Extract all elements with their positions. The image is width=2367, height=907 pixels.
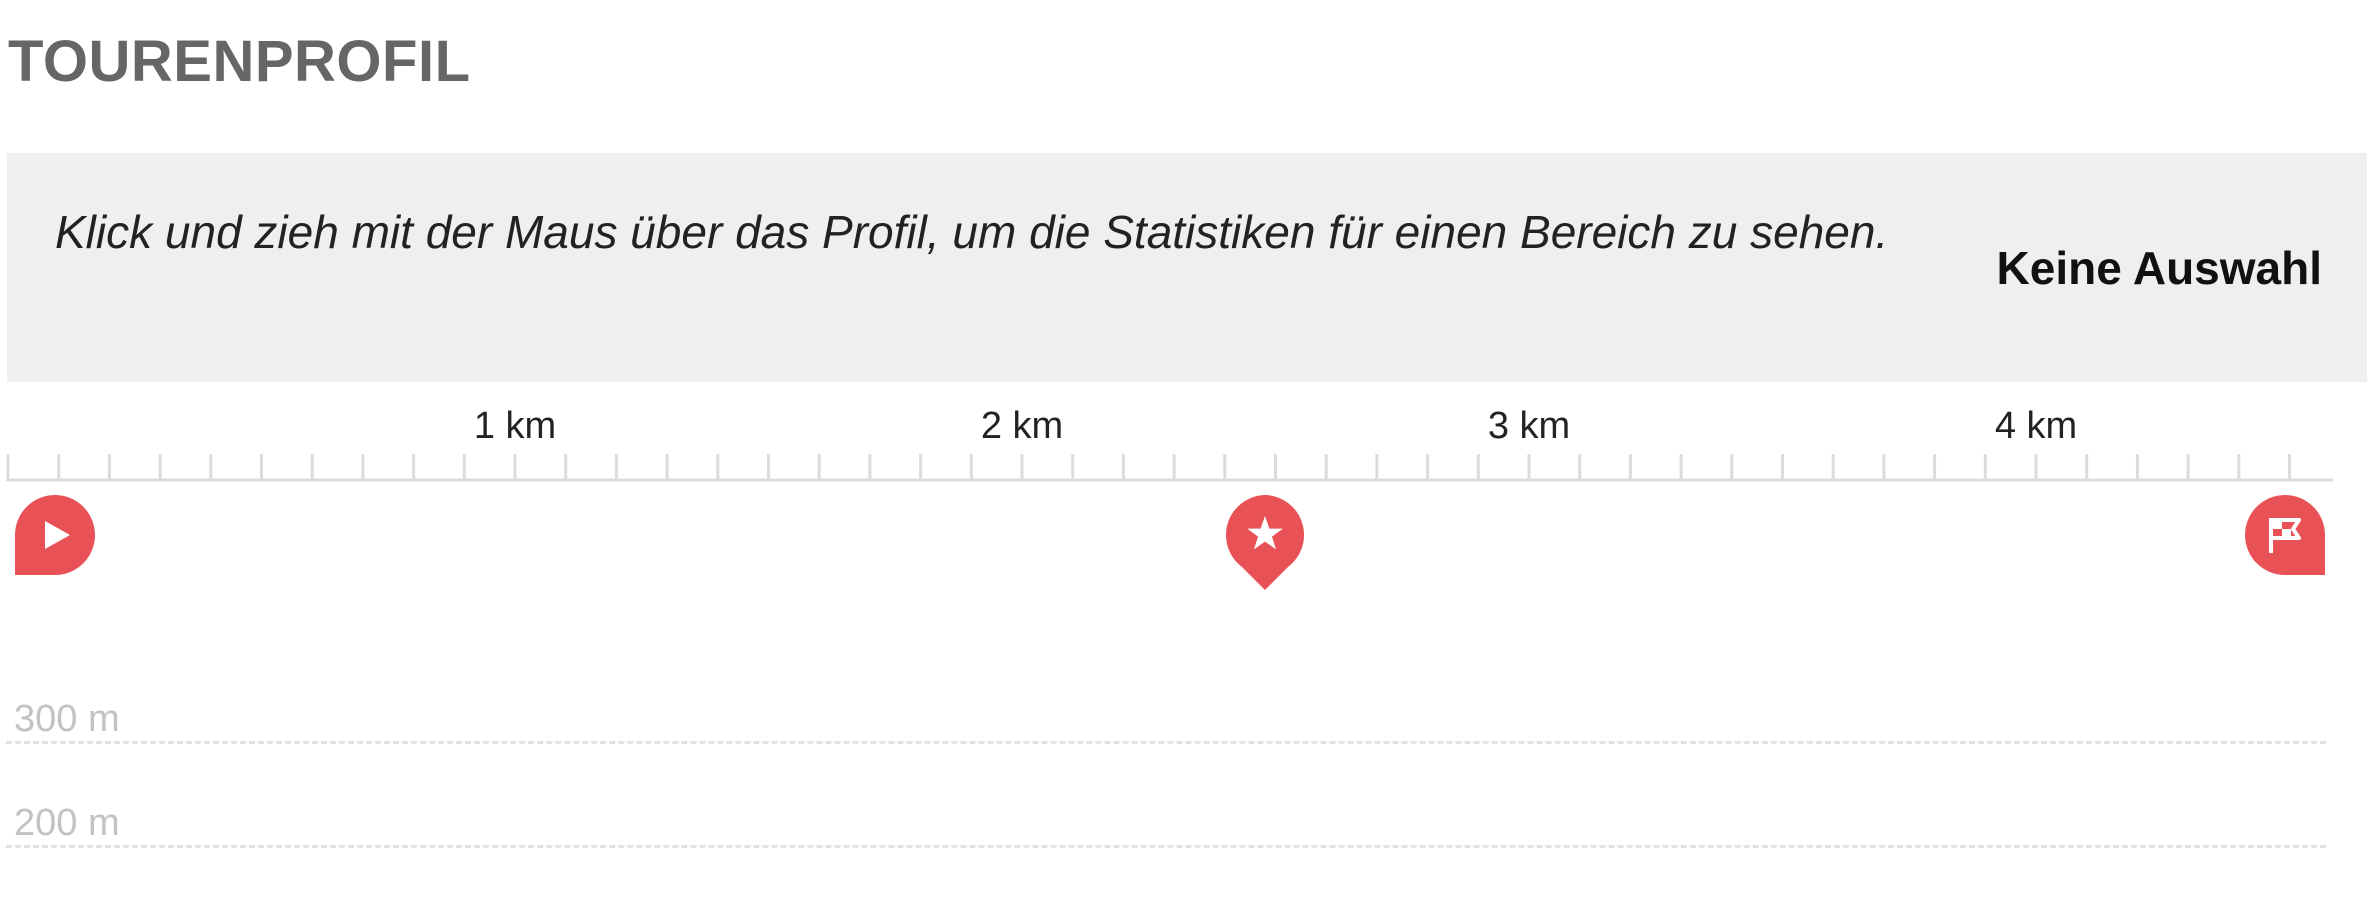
- elevation-label-300m: 300 m: [14, 698, 120, 740]
- highlight-marker[interactable]: [1224, 494, 1306, 592]
- instruction-text: Klick und zieh mit der Maus über das Pro…: [55, 206, 1889, 258]
- distance-label-3km: 3 km: [1487, 405, 1571, 447]
- elevation-gridline-200m: [6, 845, 2326, 848]
- statistics-panel: Klick und zieh mit der Maus über das Pro…: [7, 153, 2367, 382]
- distance-label-2km: 2 km: [980, 405, 1064, 447]
- finish-marker[interactable]: [2244, 494, 2326, 576]
- start-marker[interactable]: [14, 494, 96, 576]
- distance-label-4km: 4 km: [1994, 405, 2078, 447]
- distance-label-1km: 1 km: [473, 405, 557, 447]
- page-title: TOURENPROFIL: [8, 29, 471, 94]
- elevation-gridline-300m: [6, 741, 2326, 744]
- selection-status: Keine Auswahl: [1996, 242, 2322, 294]
- elevation-label-200m: 200 m: [14, 802, 120, 844]
